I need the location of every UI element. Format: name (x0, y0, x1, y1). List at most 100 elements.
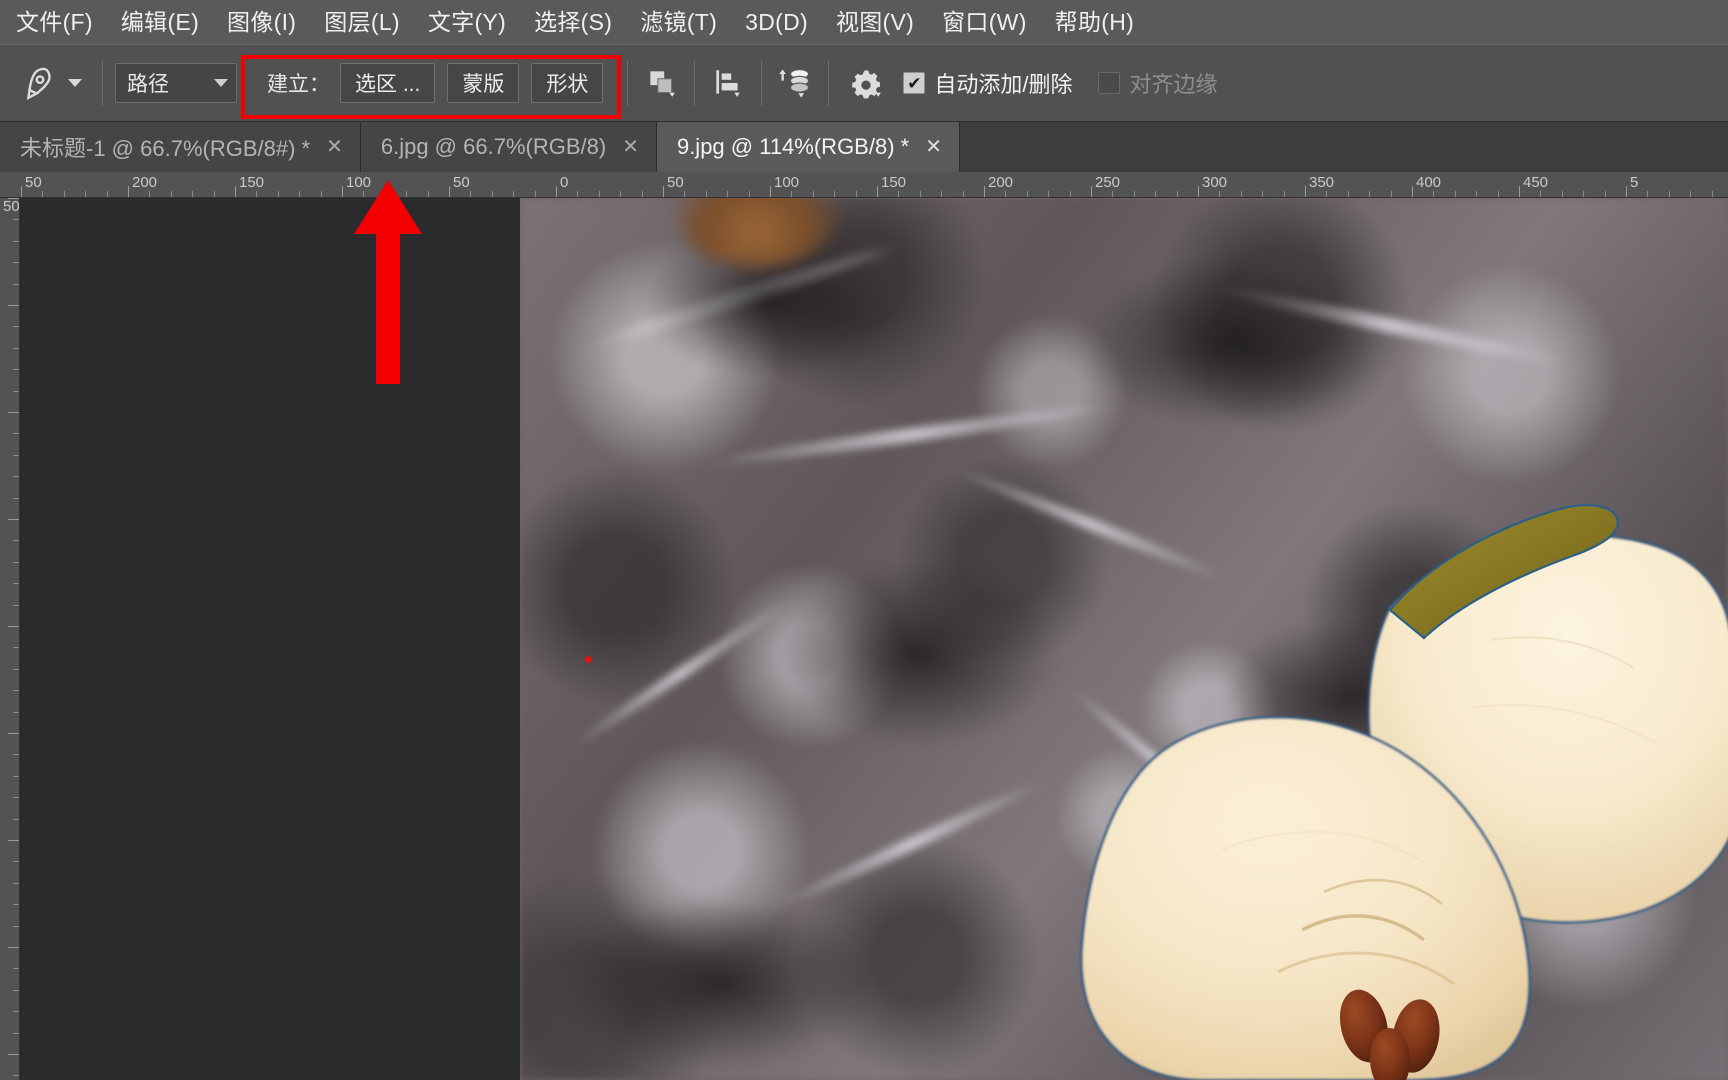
ruler-tick-major (8, 733, 19, 734)
pen-tool-icon (26, 67, 51, 100)
ruler-tick-major (8, 626, 19, 627)
ruler-tick-minor (1240, 191, 1242, 197)
ruler-tick-minor (1176, 191, 1178, 197)
ruler-tick-minor (1497, 191, 1499, 197)
close-icon[interactable]: ✕ (622, 137, 639, 157)
ruler-tick-minor (1690, 191, 1692, 197)
doc-tab-9-jpg[interactable]: 9.jpg @ 114%(RGB/8) * ✕ (656, 122, 960, 172)
ruler-tick-minor (13, 968, 19, 970)
ruler-tick-minor (13, 690, 19, 692)
path-mode-select[interactable]: 路径 (115, 63, 237, 103)
menu-view[interactable]: 视图(V) (822, 0, 928, 44)
menu-bar: 文件(F) 编辑(E) 图像(I) 图层(L) 文字(Y) 选择(S) 滤镜(T… (0, 0, 1728, 44)
ruler-tick-minor (1048, 191, 1050, 197)
make-mask-button[interactable]: 蒙版 (447, 63, 520, 103)
apple-subject[interactable] (972, 460, 1728, 1080)
ruler-tick-minor (13, 861, 19, 863)
ruler-tick-minor (149, 191, 151, 197)
make-selection-button[interactable]: 选区 ... (340, 63, 436, 103)
ruler-label: 250 (1095, 174, 1121, 191)
ruler-tick-minor (13, 754, 19, 756)
menu-3d[interactable]: 3D(D) (731, 0, 822, 44)
auto-add-delete-label: 自动添加/删除 (934, 72, 1073, 97)
horizontal-ruler[interactable]: 50 200 150 100 50 0 50 100 150 200 250 300 350 400 450… (0, 172, 1728, 198)
align-edges-checkbox[interactable]: ✔ 对齐边缘 (1098, 67, 1217, 99)
ruler-tick-minor (13, 1032, 19, 1034)
path-arrangement-icon[interactable] (768, 56, 822, 110)
path-alignment-glyph (716, 70, 741, 97)
ruler-tick-minor (898, 191, 900, 197)
ruler-tick-minor (13, 604, 19, 606)
ruler-label: 350 (1309, 174, 1335, 191)
ruler-tick-minor (13, 882, 19, 884)
ruler-tick-minor (13, 476, 19, 478)
auto-add-delete-checkbox[interactable]: ✔ 自动添加/删除 (903, 67, 1072, 99)
doc-tab-untitled-1[interactable]: 未标题-1 @ 66.7%(RGB/8#) * ✕ (0, 122, 361, 172)
path-operations-icon[interactable] (634, 56, 688, 110)
make-buttons-group: 建立： 选区 ... 蒙版 形状 (249, 45, 615, 121)
dark-blob (1080, 258, 1380, 428)
menu-select[interactable]: 选择(S) (520, 0, 626, 44)
menu-layer[interactable]: 图层(L) (310, 0, 414, 44)
ruler-tick-minor (1026, 191, 1028, 197)
ruler-tick-minor (13, 668, 19, 670)
ruler-tick-minor (213, 191, 215, 197)
doc-tab-label: 9.jpg @ 114%(RGB/8) * (676, 134, 910, 159)
ruler-label: 100 (774, 174, 800, 191)
ruler-label: 400 (1416, 174, 1442, 191)
tool-preset-picker[interactable] (0, 45, 96, 121)
ruler-tick-minor (277, 191, 279, 197)
gear-settings-icon[interactable] (839, 56, 893, 110)
ruler-tick-minor (170, 191, 172, 197)
ruler-tick-minor (13, 540, 19, 542)
path-arrangement-glyph (779, 68, 810, 98)
close-icon[interactable]: ✕ (326, 137, 343, 157)
vertical-ruler[interactable]: 50 (0, 198, 20, 1080)
ruler-label: 150 (239, 174, 265, 191)
ruler-tick-minor (1540, 191, 1542, 197)
ruler-tick-minor (941, 191, 943, 197)
ruler-label: 0 (560, 174, 569, 191)
dark-blob (560, 898, 880, 1068)
ruler-tick-minor (1283, 191, 1285, 197)
menu-filter[interactable]: 滤镜(T) (626, 0, 731, 44)
close-icon[interactable]: ✕ (925, 137, 942, 157)
ruler-tick-minor (106, 191, 108, 197)
toolbar-divider (828, 60, 830, 106)
ruler-tick-minor (1347, 191, 1349, 197)
path-anchor-point[interactable] (585, 656, 592, 663)
ruler-label: 50 (3, 198, 20, 215)
ruler-tick-major (8, 840, 19, 841)
ruler-tick-minor (13, 390, 19, 392)
ruler-tick-minor (299, 191, 301, 197)
ruler-tick-minor (192, 191, 194, 197)
ruler-tick-minor (919, 191, 921, 197)
menu-help[interactable]: 帮助(H) (1041, 0, 1148, 44)
menu-type[interactable]: 文字(Y) (414, 0, 520, 44)
make-label: 建立： (267, 73, 330, 96)
ruler-tick-minor (1005, 191, 1007, 197)
ruler-label: 50 (25, 174, 42, 191)
ruler-tick-minor (812, 191, 814, 197)
ruler-tick-minor (1155, 191, 1157, 197)
ruler-tick-minor (705, 191, 707, 197)
ruler-tick-minor (727, 191, 729, 197)
gear-glyph (852, 70, 882, 99)
make-shape-button[interactable]: 形状 (531, 63, 604, 103)
ruler-tick-minor (534, 191, 536, 197)
ruler-tick-minor (13, 326, 19, 328)
ruler-tick-minor (1326, 191, 1328, 197)
menu-image[interactable]: 图像(I) (213, 0, 310, 44)
doc-tab-label: 6.jpg @ 66.7%(RGB/8) (380, 134, 607, 159)
ruler-tick-minor (1369, 191, 1371, 197)
ruler-tick-minor (834, 191, 836, 197)
menu-edit[interactable]: 编辑(E) (107, 0, 213, 44)
path-alignment-icon[interactable] (701, 56, 755, 110)
canvas-area[interactable] (20, 198, 1728, 1080)
doc-tab-6-jpg[interactable]: 6.jpg @ 66.7%(RGB/8) ✕ (360, 122, 657, 172)
menu-window[interactable]: 窗口(W) (928, 0, 1041, 44)
toolbar-divider (627, 60, 629, 106)
ruler-tick-minor (13, 818, 19, 820)
menu-file[interactable]: 文件(F) (2, 0, 107, 44)
document-image-9-jpg[interactable] (520, 198, 1728, 1080)
